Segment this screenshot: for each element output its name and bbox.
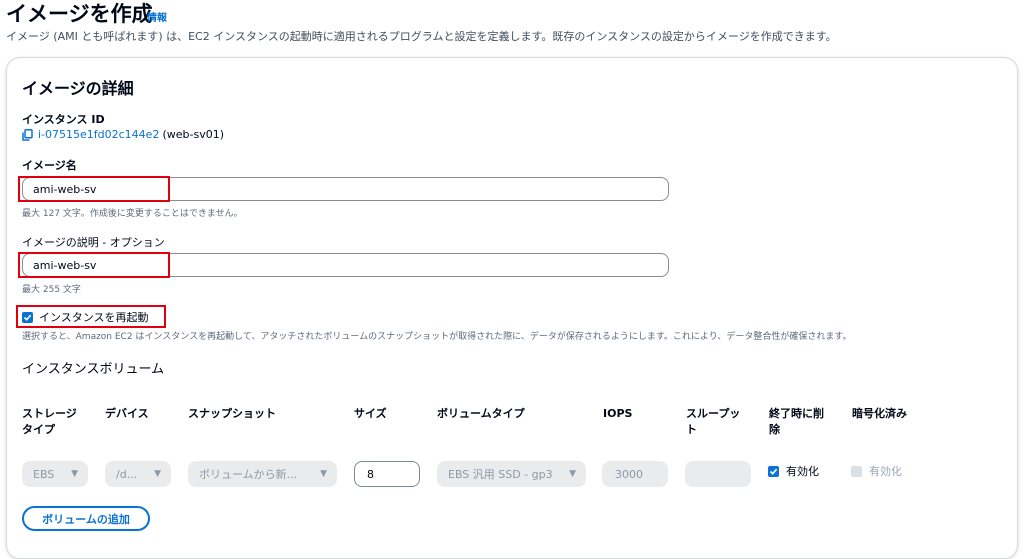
encrypted-label: 有効化 [869,465,902,478]
device-value: /d... [116,467,138,481]
checkmark-icon [769,468,778,475]
column-snapshot: スナップショット [188,407,276,420]
reboot-hint: 選択すると、Amazon EC2 はインスタンスを再起動して、アタッチされたボリ… [22,332,852,342]
column-device: デバイス [105,407,149,420]
caret-down-icon: ▼ [154,469,161,479]
instance-name: (web-sv01) [162,128,224,141]
image-description-input[interactable] [22,253,669,277]
snapshot-select: ボリュームから新... ▼ [188,461,337,487]
volume-type-value: EBS 汎用 SSD - gp3 [448,468,553,481]
column-delete-on-termination: 終了時に削除 [769,407,824,436]
card-title: イメージの詳細 [22,79,134,98]
instance-id-row: i-07515e1fd02c144e2 (web-sv01) [22,128,224,141]
throughput-input [685,461,751,487]
storage-type-value: EBS [33,467,55,481]
instance-id-label: インスタンス ID [22,113,105,126]
device-select: /d... ▼ [105,461,171,487]
instance-volumes-heading: インスタンスボリューム [22,362,165,377]
checkmark-icon [23,314,32,321]
page-description: イメージ (AMI とも呼ばれます) は、EC2 インスタンスの起動時に適用され… [6,30,837,43]
image-name-input[interactable] [22,177,669,201]
info-link[interactable]: 情報 [147,9,167,24]
volume-type-select: EBS 汎用 SSD - gp3 ▼ [437,461,586,487]
reboot-label: インスタンスを再起動 [39,311,149,324]
image-name-label: イメージ名 [22,159,77,172]
delete-on-termination-checkbox[interactable] [768,465,779,477]
delete-on-termination-label: 有効化 [786,465,819,478]
column-iops: IOPS [603,407,633,420]
caret-down-icon: ▼ [71,469,78,479]
encrypted-checkbox [851,465,862,477]
delete-on-termination-option[interactable]: 有効化 [768,463,819,479]
image-description-label: イメージの説明 - オプション [22,236,165,249]
reboot-instance-option[interactable]: インスタンスを再起動 [22,309,149,325]
caret-down-icon: ▼ [320,469,327,479]
copy-icon[interactable] [22,128,33,141]
size-input[interactable] [354,461,420,487]
encrypted-option: 有効化 [851,463,902,479]
column-volume-type: ボリュームタイプ [437,407,525,420]
column-storage-type: ストレージタイプ [22,407,77,436]
snapshot-value: ボリュームから新... [199,468,298,481]
column-throughput: スループット [686,407,741,436]
image-name-hint: 最大 127 文字。作成後に変更することはできません。 [22,209,243,219]
caret-down-icon: ▼ [569,469,576,479]
instance-id-link[interactable]: i-07515e1fd02c144e2 [38,128,159,141]
reboot-checkbox[interactable] [22,311,33,323]
iops-input: 3000 [602,461,668,487]
add-volume-button[interactable]: ボリュームの追加 [22,506,150,531]
image-description-hint: 最大 255 文字 [22,285,81,295]
column-size: サイズ [354,407,387,420]
storage-type-select: EBS ▼ [22,461,88,487]
iops-value: 3000 [615,467,643,481]
column-encrypted: 暗号化済み [852,407,907,420]
page-title: イメージを作成 [6,2,153,26]
